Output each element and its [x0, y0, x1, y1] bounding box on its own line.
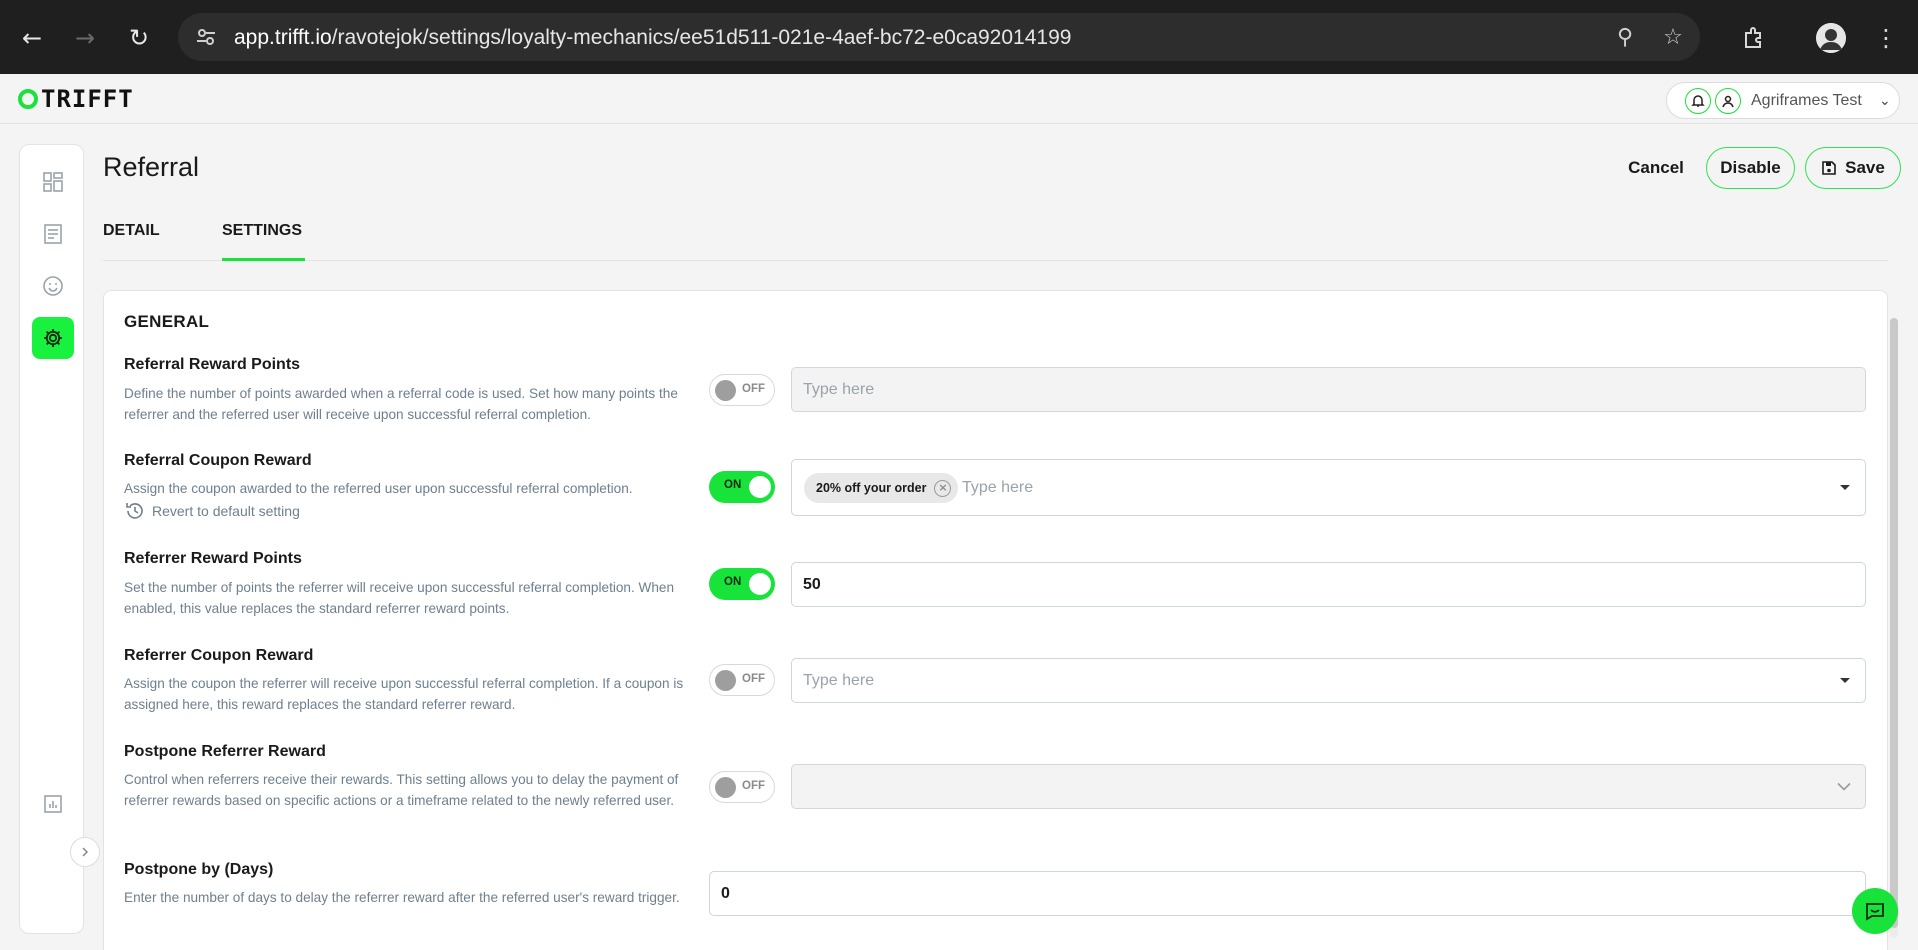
smiley-face-icon: [43, 276, 63, 296]
input-placeholder: Type here: [962, 478, 1034, 496]
toggle-knob: [749, 476, 771, 498]
back-icon[interactable]: ←: [16, 22, 48, 54]
scrollbar[interactable]: [1890, 318, 1898, 938]
field-label-referrer-reward-points: Referrer Reward Points: [124, 550, 302, 567]
field-desc-postpone-referrer-reward: Control when referrers receive their rew…: [124, 772, 679, 808]
browser-chrome: ← → ↻ app.trifft.io/ravotejok/settings/l…: [0, 0, 1918, 74]
save-button[interactable]: Save: [1805, 147, 1901, 189]
field-label-referral-coupon-reward: Referral Coupon Reward: [124, 452, 312, 469]
toggle-state: ON: [724, 576, 742, 588]
profile-avatar[interactable]: [1816, 23, 1846, 53]
page-title: Referral: [103, 152, 200, 182]
toggle-state: OFF: [742, 383, 765, 395]
postpone-condition-select[interactable]: [791, 764, 1866, 809]
active-tab-indicator: [222, 258, 305, 261]
url-path: /ravotejok/settings/loyalty-mechanics/ee…: [331, 26, 1072, 49]
browser-menu-icon[interactable]: ⋮: [1870, 22, 1902, 54]
toggle-knob: [715, 670, 736, 691]
field-desc-referrer-coupon-reward: Assign the coupon the referrer will rece…: [124, 676, 684, 712]
document-list-icon: [44, 224, 62, 244]
field-desc-referral-reward-points: Define the number of points awarded when…: [124, 386, 678, 422]
sidebar-item-documents[interactable]: [32, 213, 74, 255]
chevron-down-icon[interactable]: [1837, 782, 1851, 791]
toggle-referral-coupon-reward[interactable]: ON: [709, 471, 775, 503]
section-title-general: GENERAL: [124, 312, 210, 331]
input-value: 0: [721, 884, 730, 902]
field-label-referrer-coupon-reward: Referrer Coupon Reward: [124, 647, 314, 664]
toggle-referrer-reward-points[interactable]: ON: [709, 568, 775, 600]
chevron-right-icon: [82, 847, 89, 857]
chevron-down-icon: ⌄: [1879, 92, 1891, 108]
bell-icon[interactable]: [1685, 88, 1711, 114]
field-desc-referral-coupon-reward: Assign the coupon awarded to the referre…: [124, 481, 633, 496]
sidebar-item-customers[interactable]: [32, 265, 74, 307]
tabs-divider: [103, 260, 1888, 261]
history-icon: [126, 503, 143, 519]
toggle-state: OFF: [742, 780, 765, 792]
reload-icon[interactable]: ↻: [123, 22, 155, 54]
user-icon[interactable]: [1715, 88, 1741, 114]
input-value: 50: [803, 575, 821, 593]
referral-coupon-select[interactable]: 20% off your order × Type here: [791, 459, 1866, 516]
sidebar-item-reports[interactable]: [32, 783, 74, 825]
coupon-chip-label: 20% off your order: [816, 481, 927, 495]
gear-icon: [44, 329, 62, 347]
account-menu[interactable]: Agriframes Test ⌄: [1666, 82, 1900, 119]
postpone-days-input[interactable]: 0: [709, 871, 1866, 916]
referrer-reward-points-input[interactable]: 50: [791, 562, 1866, 607]
sidebar-item-dashboard[interactable]: [32, 161, 74, 203]
save-button-label: Save: [1845, 158, 1885, 177]
field-label-referral-reward-points: Referral Reward Points: [124, 356, 301, 373]
coupon-chip: 20% off your order ×: [804, 473, 959, 503]
sidebar-item-settings[interactable]: [32, 317, 74, 359]
account-name: Agriframes Test: [1751, 92, 1862, 109]
app-header: TRIFFT Agriframes Test ⌄: [0, 74, 1918, 124]
trifft-logo[interactable]: TRIFFT: [18, 85, 134, 113]
input-placeholder: Type here: [803, 671, 875, 689]
tab-strip: [0, 0, 1918, 10]
sidebar-expand-button[interactable]: [70, 837, 100, 867]
site-info-icon[interactable]: [194, 25, 218, 49]
bar-chart-icon: [44, 795, 62, 813]
remove-chip-icon[interactable]: ×: [934, 480, 952, 497]
toggle-referral-reward-points[interactable]: OFF: [709, 374, 775, 406]
toggle-referrer-coupon-reward[interactable]: OFF: [709, 664, 775, 696]
referral-reward-points-input[interactable]: Type here: [791, 367, 1866, 412]
toggle-state: ON: [724, 479, 742, 491]
chat-bubble-icon: [1866, 903, 1884, 921]
cancel-button[interactable]: Cancel: [1614, 147, 1698, 189]
zoom-icon[interactable]: ⚲: [1612, 25, 1638, 51]
bookmark-star-icon[interactable]: ☆: [1660, 25, 1686, 51]
field-label-postpone-referrer-reward: Postpone Referrer Reward: [124, 743, 326, 760]
tab-detail[interactable]: DETAIL: [103, 222, 160, 240]
save-disk-icon: [1822, 161, 1836, 175]
dropdown-caret-icon[interactable]: [1839, 484, 1851, 492]
dropdown-caret-icon[interactable]: [1839, 677, 1851, 685]
toggle-knob: [715, 380, 736, 401]
revert-label: Revert to default setting: [152, 503, 300, 519]
revert-to-default-link[interactable]: Revert to default setting: [124, 500, 300, 522]
url-text[interactable]: app.trifft.io/ravotejok/settings/loyalty…: [234, 26, 1071, 50]
field-desc-postpone-by-days: Enter the number of days to delay the re…: [124, 890, 680, 905]
dashboard-grid-icon: [43, 172, 63, 192]
toggle-knob: [715, 777, 736, 798]
field-label-postpone-by-days: Postpone by (Days): [124, 861, 274, 878]
field-desc-referrer-reward-points: Set the number of points the referrer wi…: [124, 580, 675, 616]
referrer-coupon-select[interactable]: Type here: [791, 658, 1866, 703]
tab-settings[interactable]: SETTINGS: [222, 222, 302, 240]
url-host: app.trifft.io: [234, 26, 332, 49]
input-placeholder: Type here: [803, 380, 875, 398]
scrollbar-thumb[interactable]: [1890, 318, 1898, 928]
forward-icon[interactable]: →: [69, 22, 101, 54]
logo-ring-icon: [18, 89, 38, 109]
toggle-knob: [749, 573, 771, 595]
extensions-icon[interactable]: [1738, 22, 1770, 54]
toggle-postpone-referrer-reward[interactable]: OFF: [709, 771, 775, 803]
sidebar-rail: [19, 144, 100, 934]
toggle-state: OFF: [742, 673, 765, 685]
disable-button[interactable]: Disable: [1706, 147, 1795, 189]
chat-launcher-button[interactable]: [1852, 888, 1898, 934]
logo-text: TRIFFT: [41, 85, 134, 113]
address-bar[interactable]: app.trifft.io/ravotejok/settings/loyalty…: [178, 13, 1700, 61]
